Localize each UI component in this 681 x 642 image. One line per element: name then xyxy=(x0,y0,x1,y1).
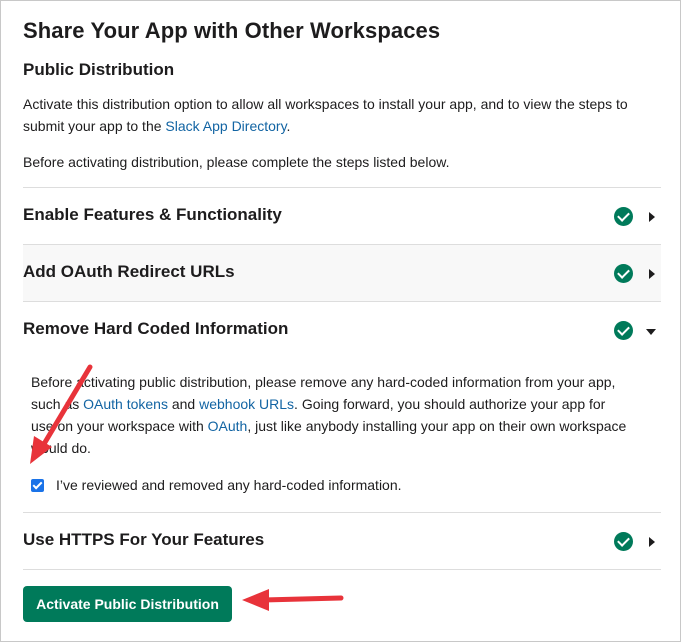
step-header: Use HTTPS For Your Features xyxy=(23,513,661,570)
instruction-text: Before activating distribution, please c… xyxy=(23,154,450,170)
caret-right-icon[interactable] xyxy=(649,212,655,222)
step-title: Enable Features & Functionality xyxy=(23,205,282,224)
caret-right-icon[interactable] xyxy=(649,537,655,547)
step-use-https[interactable]: Use HTTPS For Your Features xyxy=(23,512,661,569)
intro-end: . xyxy=(286,118,291,134)
reviewed-checkbox-label[interactable]: I’ve reviewed and removed any hard-coded… xyxy=(56,477,402,493)
intro-text: Activate this distribution option to all… xyxy=(23,96,628,134)
page-title: Share Your App with Other Workspaces xyxy=(23,18,441,43)
check-circle-icon xyxy=(614,264,633,283)
check-circle-icon xyxy=(614,321,633,340)
reviewed-checkbox-row[interactable]: I’ve reviewed and removed any hard-coded… xyxy=(31,475,402,495)
activate-public-distribution-button[interactable]: Activate Public Distribution xyxy=(23,586,232,622)
panel: Share Your App with Other Workspaces Pub… xyxy=(0,0,681,642)
oauth-link[interactable]: OAuth xyxy=(208,418,248,434)
hardcoded-explanation: Before activating public distribution, p… xyxy=(31,371,631,459)
step-header: Add OAuth Redirect URLs xyxy=(23,245,661,302)
section-subtitle: Public Distribution xyxy=(23,60,175,79)
step-title: Add OAuth Redirect URLs xyxy=(23,262,235,281)
step-header[interactable]: Remove Hard Coded Information xyxy=(23,302,661,359)
step-header: Enable Features & Functionality xyxy=(23,188,661,245)
step-oauth-redirect[interactable]: Add OAuth Redirect URLs xyxy=(23,244,661,301)
arrow-to-button xyxy=(242,589,344,611)
caret-down-icon[interactable] xyxy=(646,329,656,335)
step-title: Remove Hard Coded Information xyxy=(23,319,289,338)
step-enable-features[interactable]: Enable Features & Functionality xyxy=(23,187,661,244)
check-circle-icon xyxy=(614,532,633,551)
check-circle-icon xyxy=(614,207,633,226)
step-title: Use HTTPS For Your Features xyxy=(23,530,265,549)
slack-app-directory-link[interactable]: Slack App Directory xyxy=(165,118,286,134)
explanation-text: and xyxy=(167,396,200,412)
caret-right-icon[interactable] xyxy=(649,269,655,279)
divider xyxy=(23,569,661,570)
oauth-tokens-link[interactable]: OAuth tokens xyxy=(83,396,168,412)
intro-paragraph: Activate this distribution option to all… xyxy=(23,93,663,137)
webhook-urls-link[interactable]: webhook URLs xyxy=(199,396,294,412)
reviewed-checkbox[interactable] xyxy=(31,478,44,492)
